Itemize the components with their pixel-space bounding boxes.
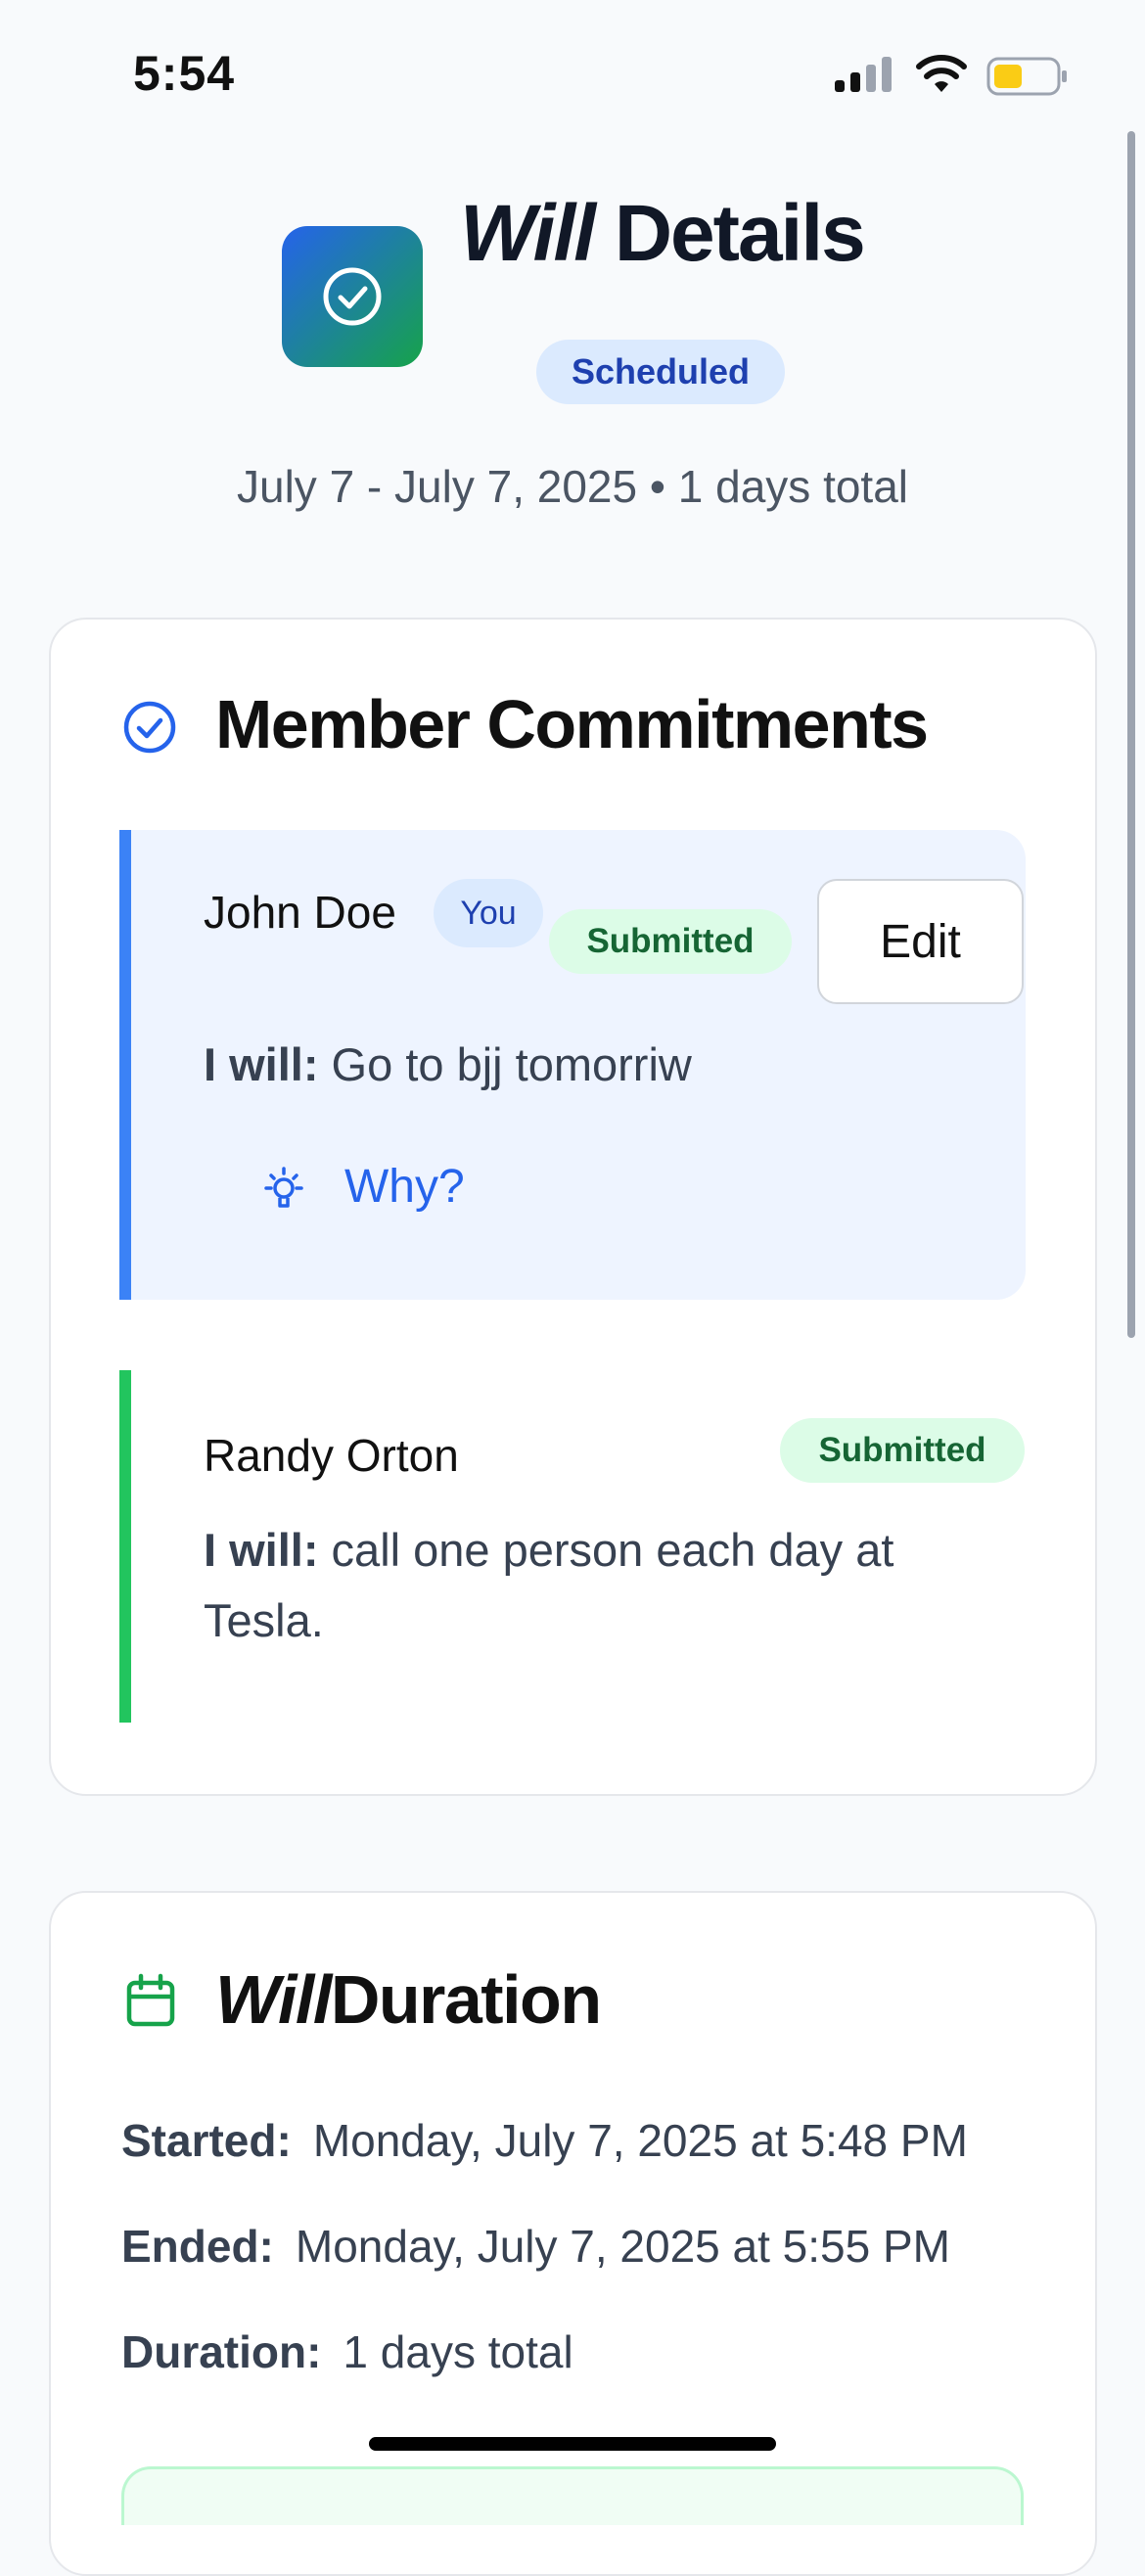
section-title: Member Commitments (215, 686, 929, 762)
app-icon (282, 226, 423, 367)
status-bar-time: 5:54 (133, 46, 236, 101)
title-rest: Duration (330, 1961, 602, 2038)
title-emphasis: Will (460, 189, 596, 278)
wifi-icon (915, 55, 968, 99)
commitment-prefix: I will: (204, 1038, 319, 1090)
page-title: Will Details (460, 188, 866, 280)
cellular-signal-icon (835, 57, 893, 101)
home-indicator[interactable] (369, 2437, 776, 2451)
status-box (121, 2466, 1024, 2525)
duration-row: Duration: 1 days total (121, 2325, 573, 2378)
submitted-badge: Submitted (780, 1418, 1025, 1483)
ended-row: Ended: Monday, July 7, 2025 at 5:55 PM (121, 2220, 950, 2273)
started-row: Started: Monday, July 7, 2025 at 5:48 PM (121, 2114, 968, 2167)
commitment-body: Go to bjj tomorriw (318, 1038, 692, 1090)
duration-value: 1 days total (343, 2326, 573, 2377)
check-circle-icon (323, 267, 382, 326)
commitment-text: I will: call one person each day at Tesl… (204, 1515, 986, 1656)
ended-value: Monday, July 7, 2025 at 5:55 PM (295, 2221, 950, 2272)
commitment-text: I will: Go to bjj tomorriw (204, 1037, 692, 1091)
ended-label: Ended: (121, 2221, 274, 2272)
edit-button[interactable]: Edit (817, 879, 1024, 1004)
duration-label: Duration: (121, 2326, 322, 2377)
lightbulb-icon[interactable] (262, 1167, 305, 1219)
title-emphasis: Will (215, 1961, 332, 2038)
why-link[interactable]: Why? (344, 1160, 465, 1214)
you-badge: You (434, 879, 543, 947)
member-name: Randy Orton (204, 1430, 459, 1481)
started-value: Monday, July 7, 2025 at 5:48 PM (312, 2115, 968, 2166)
member-name: John Doe (204, 887, 396, 938)
started-label: Started: (121, 2115, 292, 2166)
section-title: WillDuration (215, 1960, 602, 2039)
title-rest: Details (594, 189, 866, 278)
calendar-icon (125, 1973, 176, 2033)
check-circle-icon (121, 699, 178, 760)
date-range: July 7 - July 7, 2025 • 1 days total (236, 461, 909, 512)
scrollbar[interactable] (1127, 131, 1135, 1338)
status-badge: Scheduled (536, 340, 785, 404)
submitted-badge: Submitted (549, 909, 792, 974)
member-accent-bar (119, 1370, 131, 1723)
battery-icon (986, 57, 1069, 101)
commitment-prefix: I will: (204, 1524, 319, 1576)
